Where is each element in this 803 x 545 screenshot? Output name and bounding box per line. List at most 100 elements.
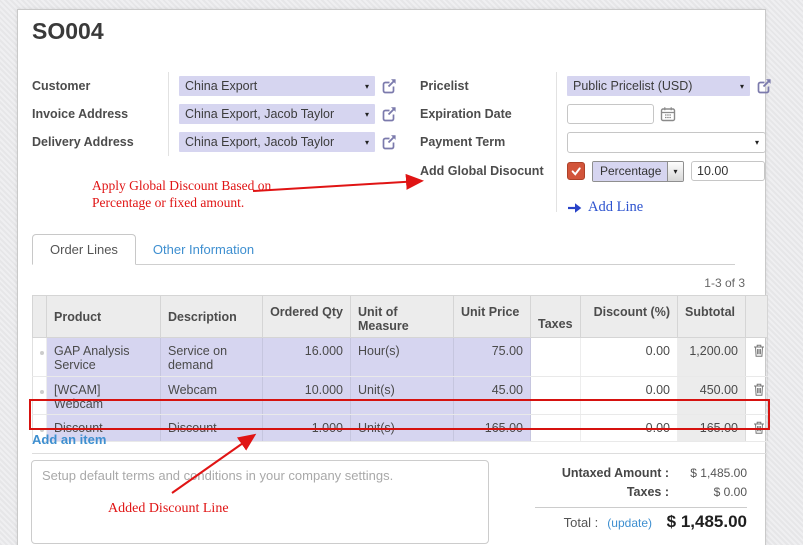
total-row: Total : (update) $ 1,485.00 [535, 512, 747, 532]
delete-column-header [746, 296, 768, 338]
customer-label: Customer [32, 79, 168, 93]
customer-external-link-icon[interactable] [380, 77, 398, 95]
invoice-address-external-link-icon[interactable] [380, 105, 398, 123]
delete-row-button[interactable] [746, 415, 768, 442]
global-discount-checkbox[interactable] [567, 162, 585, 180]
table-row-discount[interactable]: Discount Discount 1.000 Unit(s) -165.00 … [33, 415, 768, 442]
annotation-added-discount-line: Added Discount Line [108, 500, 229, 517]
table-header-row: Product Description Ordered Qty Unit of … [33, 296, 768, 338]
chevron-down-icon: ▾ [359, 138, 369, 147]
total-value: $ 1,485.00 [661, 512, 747, 532]
invoice-address-label: Invoice Address [32, 107, 168, 121]
payment-term-label: Payment Term [420, 135, 556, 149]
taxes-row: Taxes : $ 0.00 [535, 483, 747, 502]
payment-term-select[interactable]: ▾ [567, 132, 766, 153]
cell-uom[interactable]: Unit(s) [351, 377, 454, 415]
col-product[interactable]: Product [47, 296, 161, 338]
table-row[interactable]: GAP Analysis Service Service on demand 1… [33, 338, 768, 377]
pricelist-value: Public Pricelist (USD) [573, 79, 692, 93]
untaxed-amount-value: $ 1,485.00 [669, 464, 747, 483]
cell-subtotal: -165.00 [678, 415, 746, 442]
cell-qty[interactable]: 1.000 [263, 415, 351, 442]
totals-divider [535, 507, 747, 508]
delivery-address-value: China Export, Jacob Taylor [185, 135, 334, 149]
delivery-address-external-link-icon[interactable] [380, 133, 398, 151]
annotation-global-discount: Apply Global Discount Based on Percentag… [92, 177, 271, 211]
cell-description[interactable]: Webcam [161, 377, 263, 415]
payment-term-row: Payment Term ▾ [420, 128, 780, 156]
add-line-label: Add Line [588, 199, 643, 216]
invoice-address-value: China Export, Jacob Taylor [185, 107, 334, 121]
pager[interactable]: 1-3 of 3 [32, 276, 745, 290]
checkmark-icon [570, 165, 582, 177]
col-unit-price[interactable]: Unit Price [454, 296, 531, 338]
discount-type-select[interactable]: Percentage ▾ [592, 161, 684, 182]
cell-discount[interactable]: 0.00 [581, 415, 678, 442]
tab-order-lines[interactable]: Order Lines [32, 234, 136, 265]
col-description[interactable]: Description [161, 296, 263, 338]
chevron-down-icon: ▾ [359, 110, 369, 119]
trash-icon [753, 421, 765, 434]
table-row[interactable]: [WCAM] Webcam Webcam 10.000 Unit(s) 45.0… [33, 377, 768, 415]
add-line-link[interactable]: Add Line [567, 199, 643, 216]
trash-icon [753, 344, 765, 357]
pricelist-select[interactable]: Public Pricelist (USD) ▾ [567, 76, 750, 96]
expiration-date-input[interactable] [567, 104, 654, 124]
customer-select[interactable]: China Export ▾ [179, 76, 375, 96]
col-subtotal[interactable]: Subtotal [678, 296, 746, 338]
cell-price[interactable]: 45.00 [454, 377, 531, 415]
cell-uom[interactable]: Unit(s) [351, 415, 454, 442]
customer-row: Customer China Export ▾ [32, 72, 412, 100]
cell-qty[interactable]: 16.000 [263, 338, 351, 377]
invoice-address-row: Invoice Address China Export, Jacob Tayl… [32, 100, 412, 128]
cell-taxes[interactable] [531, 415, 581, 442]
add-line-row: Add Line [420, 186, 780, 212]
delete-row-button[interactable] [746, 338, 768, 377]
cell-qty[interactable]: 10.000 [263, 377, 351, 415]
cell-product[interactable]: [WCAM] Webcam [47, 377, 161, 415]
delivery-address-select[interactable]: China Export, Jacob Taylor ▾ [179, 132, 375, 152]
handle-column-header [33, 296, 47, 338]
customer-value: China Export [185, 79, 257, 93]
cell-uom[interactable]: Hour(s) [351, 338, 454, 377]
untaxed-amount-row: Untaxed Amount : $ 1,485.00 [535, 464, 747, 483]
cell-subtotal: 450.00 [678, 377, 746, 415]
discount-type-value: Percentage [593, 162, 667, 181]
untaxed-amount-label: Untaxed Amount : [562, 464, 669, 483]
update-total-link[interactable]: (update) [607, 516, 652, 530]
col-taxes[interactable]: Taxes [531, 296, 581, 338]
col-ordered-qty[interactable]: Ordered Qty [263, 296, 351, 338]
terms-textarea[interactable] [31, 460, 489, 544]
drag-handle [33, 377, 47, 415]
cell-price[interactable]: 75.00 [454, 338, 531, 377]
cell-discount[interactable]: 0.00 [581, 338, 678, 377]
tab-other-information[interactable]: Other Information [136, 235, 271, 264]
taxes-label: Taxes : [627, 483, 669, 502]
chevron-down-icon[interactable]: ▾ [667, 162, 683, 181]
delete-row-button[interactable] [746, 377, 768, 415]
cell-description[interactable]: Discount [161, 415, 263, 442]
global-discount-row: Add Global Disocunt Percentage ▾ [420, 156, 780, 186]
cell-price[interactable]: -165.00 [454, 415, 531, 442]
global-discount-label: Add Global Disocunt [420, 164, 556, 178]
pricelist-external-link-icon[interactable] [755, 77, 773, 95]
chevron-down-icon: ▾ [734, 82, 744, 91]
total-label: Total : [564, 515, 599, 530]
chevron-down-icon: ▾ [755, 138, 759, 147]
annotation-line: Percentage or fixed amount. [92, 194, 271, 211]
notebook-tabs: Order Lines Other Information [32, 235, 735, 265]
cell-taxes[interactable] [531, 377, 581, 415]
details-field-group: Pricelist Public Pricelist (USD) ▾ Expir… [420, 72, 780, 212]
calendar-icon[interactable] [660, 106, 676, 122]
cell-product[interactable]: GAP Analysis Service [47, 338, 161, 377]
discount-amount-input[interactable] [691, 161, 765, 181]
cell-taxes[interactable] [531, 338, 581, 377]
add-an-item-link[interactable]: Add an item [32, 432, 106, 447]
totals-summary: Untaxed Amount : $ 1,485.00 Taxes : $ 0.… [535, 464, 747, 532]
cell-description[interactable]: Service on demand [161, 338, 263, 377]
invoice-address-select[interactable]: China Export, Jacob Taylor ▾ [179, 104, 375, 124]
cell-discount[interactable]: 0.00 [581, 377, 678, 415]
col-discount[interactable]: Discount (%) [581, 296, 678, 338]
order-lines-table: Product Description Ordered Qty Unit of … [32, 295, 768, 442]
col-unit-of-measure[interactable]: Unit of Measure [351, 296, 454, 338]
